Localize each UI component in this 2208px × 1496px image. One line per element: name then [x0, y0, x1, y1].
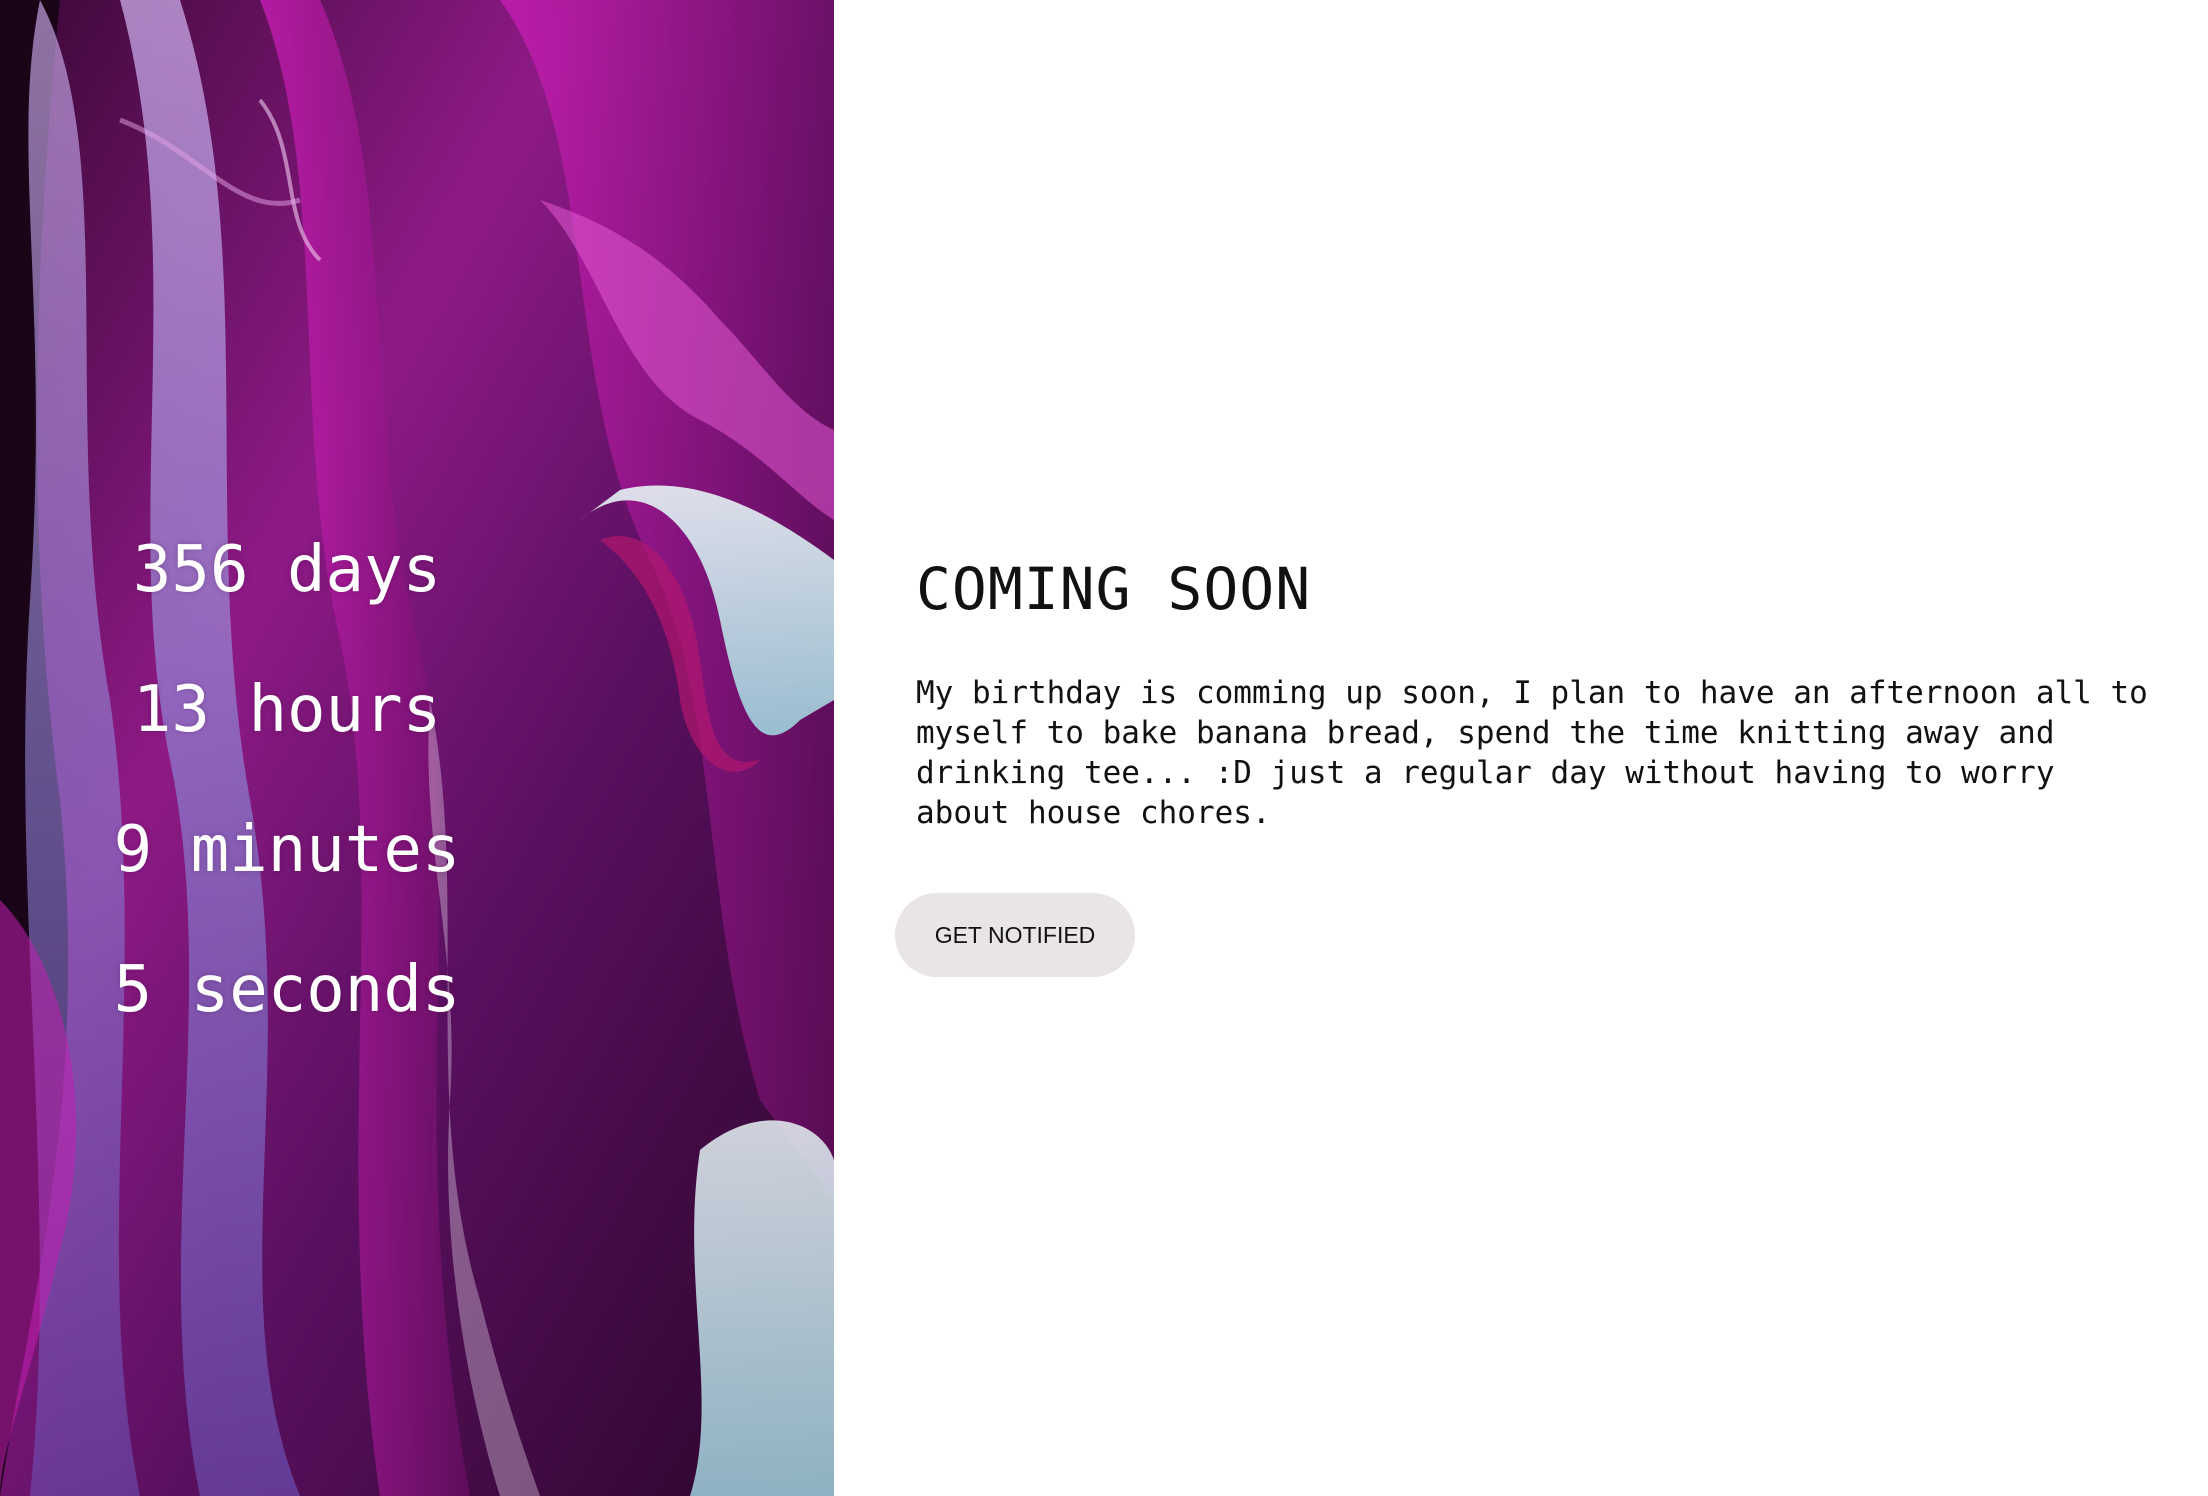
countdown: 356 days 13 hours 9 minutes 5 seconds	[0, 500, 834, 1060]
countdown-days: 356 days	[132, 533, 442, 607]
countdown-hours: 13 hours	[132, 673, 442, 747]
main-content: COMING SOON My birthday is comming up so…	[916, 555, 2166, 833]
get-notified-button[interactable]: GET NOTIFIED	[895, 893, 1135, 977]
countdown-minutes: 9 minutes	[113, 813, 461, 887]
description-text: My birthday is comming up soon, I plan t…	[916, 675, 2148, 831]
page-title: COMING SOON	[916, 555, 1312, 623]
hero-image-panel: 356 days 13 hours 9 minutes 5 seconds	[0, 0, 834, 1496]
page: 356 days 13 hours 9 minutes 5 seconds CO…	[0, 0, 2208, 1496]
countdown-seconds: 5 seconds	[113, 953, 461, 1027]
